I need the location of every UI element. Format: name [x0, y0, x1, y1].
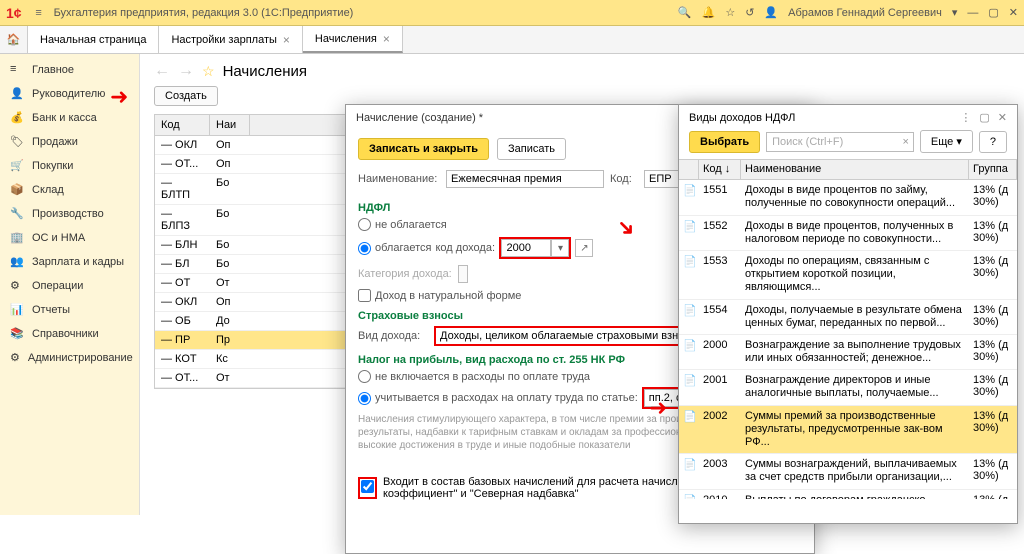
open-icon[interactable]: ↗: [575, 239, 593, 257]
folder-icon: 📄: [683, 221, 697, 233]
list-item[interactable]: 📄2010Выплаты по договорам гражданско-пра…: [679, 490, 1017, 499]
income-type-label: Вид дохода:: [358, 330, 428, 342]
ndfl-popup: Виды доходов НДФЛ ⋮ ▢ ✕ Выбрать Поиск (Ctr…: [678, 104, 1018, 524]
user-name[interactable]: Абрамов Геннадий Сергеевич: [788, 7, 942, 19]
folder-icon: 📄: [683, 459, 697, 471]
fwd-arrow-icon[interactable]: →: [178, 62, 194, 80]
folder-icon: 📄: [683, 185, 697, 197]
sidebar-item-production[interactable]: 🔧Производство: [0, 202, 139, 226]
col-code[interactable]: Код: [155, 115, 210, 135]
sidebar-item-purchases[interactable]: 🛒Покупки: [0, 154, 139, 178]
ndfl-section: НДФЛ: [358, 202, 390, 214]
name-label: Наименование:: [358, 173, 440, 185]
annotation-arrow: ➜: [649, 395, 667, 421]
sidebar-item-refs[interactable]: 📚Справочники: [0, 322, 139, 346]
tab-accruals[interactable]: Начисления×: [303, 26, 403, 53]
no-tax-radio[interactable]: не облагается: [358, 218, 616, 231]
list-title: Начисления: [223, 63, 307, 80]
taxed-radio[interactable]: облагается код дохода: ▾ ↗ ➜: [358, 235, 616, 261]
history-icon[interactable]: ↺: [745, 6, 754, 19]
category-input: [458, 265, 468, 283]
list-item[interactable]: 📄1551Доходы в виде процентов по займу, п…: [679, 180, 1017, 215]
search-input[interactable]: Поиск (Ctrl+F)×: [766, 132, 914, 152]
search-icon[interactable]: 🔍: [678, 6, 692, 19]
dialog-title: Начисление (создание) *: [356, 112, 483, 124]
list-item[interactable]: 📄1553Доходы по операциям, связанным с от…: [679, 251, 1017, 300]
sidebar-item-reports[interactable]: 📊Отчеты: [0, 298, 139, 322]
list-item[interactable]: 📄2003Суммы вознаграждений, выплачиваемых…: [679, 454, 1017, 489]
tab-home[interactable]: Начальная страница: [28, 26, 159, 53]
save-button[interactable]: Записать: [497, 138, 566, 160]
back-arrow-icon[interactable]: ←: [154, 62, 170, 80]
close-icon[interactable]: ✕: [1009, 6, 1018, 19]
sidebar-item-warehouse[interactable]: 📦Склад: [0, 178, 139, 202]
folder-icon: 📄: [683, 411, 697, 423]
sidebar-item-operations[interactable]: ⚙Операции: [0, 274, 139, 298]
folder-icon: 📄: [683, 256, 697, 268]
income-code-input[interactable]: [501, 239, 551, 257]
tabbar: 🏠 Начальная страница Настройки зарплаты×…: [0, 26, 1024, 54]
list-item[interactable]: 📄1552Доходы в виде процентов, полученных…: [679, 216, 1017, 251]
folder-icon: 📄: [683, 340, 697, 352]
star-icon[interactable]: ☆: [202, 63, 215, 80]
save-close-button[interactable]: Записать и закрыть: [358, 138, 489, 160]
close-icon[interactable]: ×: [383, 32, 390, 46]
col-code[interactable]: Код ↓: [699, 160, 741, 179]
sidebar: ≡Главное 👤Руководителю 💰Банк и касса 🏷Пр…: [0, 54, 140, 515]
topbar: 1¢ ≡ Бухгалтерия предприятия, редакция 3…: [0, 0, 1024, 26]
list-item[interactable]: 📄2000Вознаграждение за выполнение трудов…: [679, 335, 1017, 370]
dropdown-icon[interactable]: ▾: [551, 239, 569, 257]
col-group[interactable]: Группа: [969, 160, 1017, 179]
close-icon[interactable]: ✕: [998, 111, 1007, 124]
home-tab[interactable]: 🏠: [0, 26, 28, 53]
category-label: Категория дохода:: [358, 268, 452, 280]
content: ➜ ← → ☆ Начисления Создать Код Наи — ОКЛ…: [140, 54, 1024, 515]
folder-icon: 📄: [683, 375, 697, 387]
list-item[interactable]: 📄1554Доходы, получаемые в результате обм…: [679, 300, 1017, 335]
caret-icon[interactable]: ▾: [952, 6, 958, 19]
bell-icon[interactable]: 🔔: [702, 6, 716, 19]
user-icon: 👤: [764, 6, 778, 19]
create-button[interactable]: Создать: [154, 86, 218, 106]
menu-icon[interactable]: ≡: [30, 4, 48, 22]
list-item[interactable]: 📄2002Суммы премий за производственные ре…: [679, 406, 1017, 455]
more-button[interactable]: Еще ▾: [920, 130, 973, 153]
close-icon[interactable]: ×: [283, 33, 290, 47]
help-button[interactable]: ?: [979, 131, 1007, 153]
sidebar-item-sales[interactable]: 🏷Продажи: [0, 130, 139, 154]
code-label: Код:: [610, 173, 638, 185]
select-button[interactable]: Выбрать: [689, 131, 760, 153]
name-input[interactable]: [446, 170, 604, 188]
folder-icon: 📄: [683, 495, 697, 499]
sidebar-item-main[interactable]: ≡Главное: [0, 58, 139, 82]
maximize-icon[interactable]: ▢: [988, 6, 998, 19]
folder-icon: 📄: [683, 305, 697, 317]
sidebar-item-admin[interactable]: ⚙Администрирование: [0, 346, 139, 370]
tab-salary-settings[interactable]: Настройки зарплаты×: [159, 26, 302, 53]
sidebar-item-assets[interactable]: 🏢ОС и НМА: [0, 226, 139, 250]
annotation-arrow: ➜: [110, 84, 128, 110]
maximize-icon[interactable]: ▢: [979, 111, 989, 124]
top-right: 🔍 🔔 ☆ ↺ 👤 Абрамов Геннадий Сергеевич ▾ —…: [678, 6, 1018, 19]
logo-1c: 1¢: [6, 5, 22, 21]
list-item[interactable]: 📄2001Вознаграждение директоров и иные ан…: [679, 370, 1017, 405]
col-name[interactable]: Наи: [210, 115, 250, 135]
base-accrual-checkbox[interactable]: [361, 480, 374, 493]
app-title: Бухгалтерия предприятия, редакция 3.0 (1…: [54, 7, 678, 19]
minimize-icon[interactable]: —: [967, 7, 978, 19]
star-icon[interactable]: ☆: [725, 6, 735, 19]
more-icon[interactable]: ⋮: [960, 111, 971, 124]
sidebar-item-salary[interactable]: 👥Зарплата и кадры: [0, 250, 139, 274]
popup-title: Виды доходов НДФЛ: [689, 112, 795, 124]
col-name[interactable]: Наименование: [741, 160, 969, 179]
